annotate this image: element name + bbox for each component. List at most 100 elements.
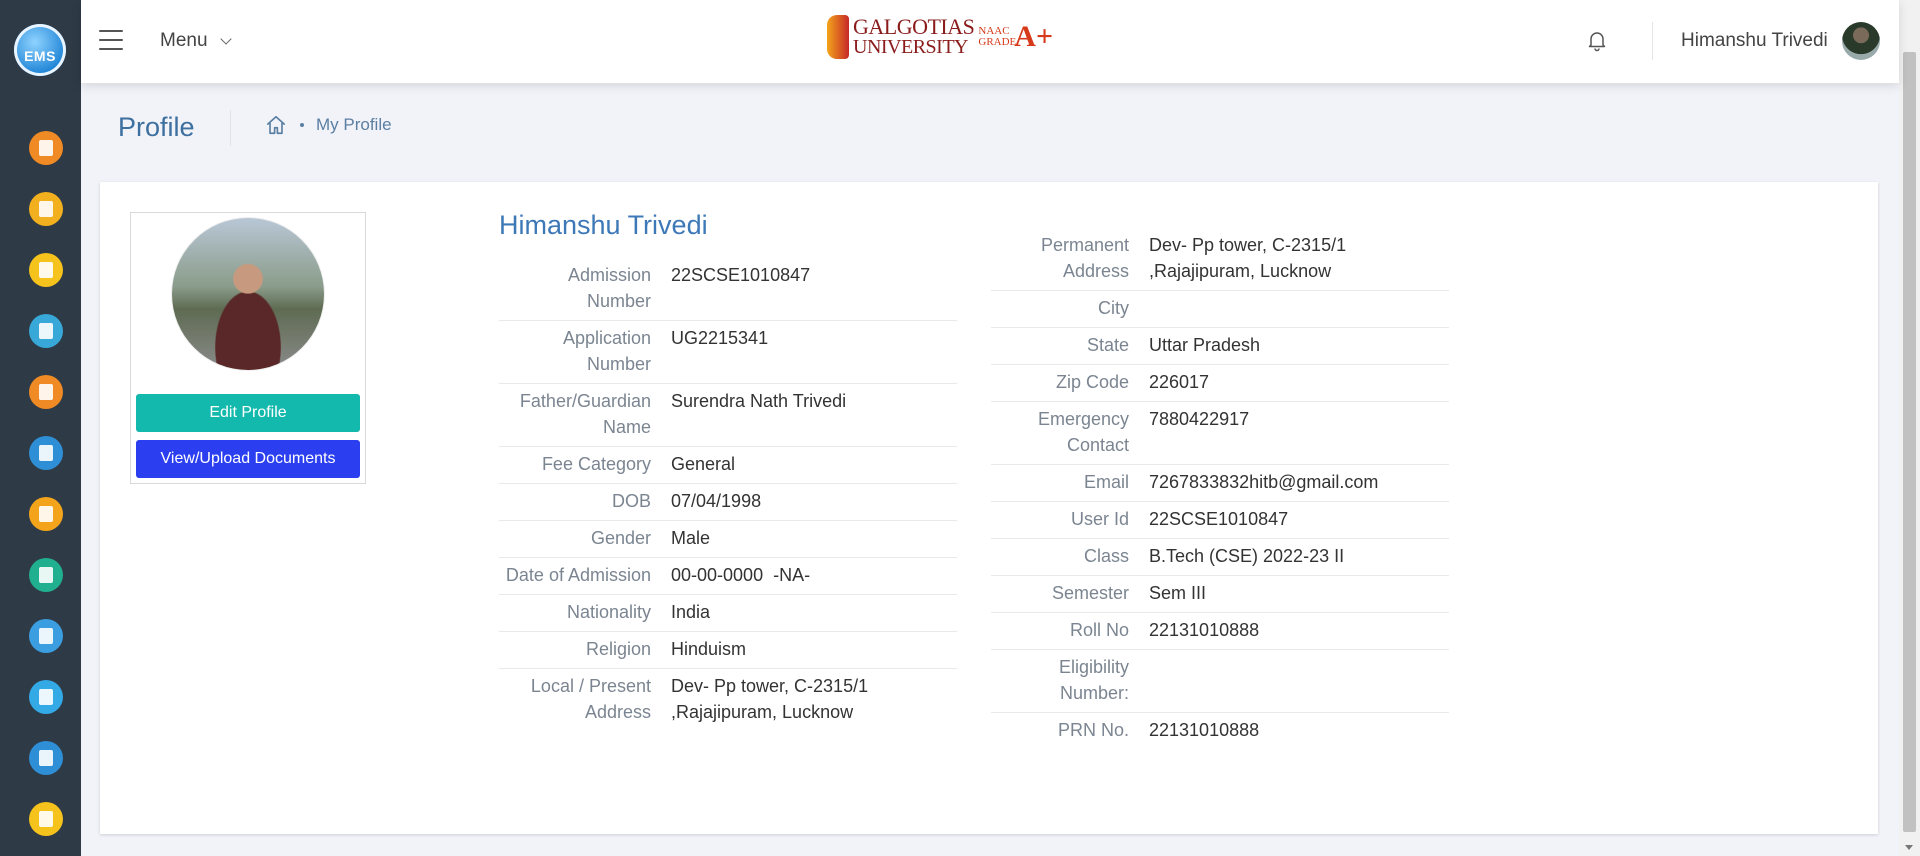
field-row: Religion Hinduism (499, 632, 957, 669)
avatar[interactable] (1842, 22, 1880, 60)
books-icon[interactable] (29, 497, 63, 531)
lock-icon[interactable] (29, 741, 63, 775)
field-row: City (991, 291, 1449, 328)
certificate-icon[interactable] (29, 558, 63, 592)
field-value: 22SCSE1010847 (1149, 509, 1289, 529)
field-label: Nationality (566, 602, 651, 622)
field-row: Roll No 22131010888 (991, 613, 1449, 650)
scrollbar-thumb[interactable] (1903, 52, 1916, 832)
field-value: Dev- Pp tower, C-2315/1 ,Rajajipuram, Lu… (671, 676, 869, 722)
group-icon[interactable] (29, 619, 63, 653)
field-row: Nationality India (499, 595, 957, 632)
field-row: Fee Category General (499, 447, 957, 484)
profile-name: Himanshu Trivedi (499, 210, 708, 240)
field-label: Email (1083, 472, 1129, 492)
field-value: 22131010888 (1149, 620, 1260, 640)
photo-panel: Edit Profile View/Upload Documents (130, 212, 366, 484)
edit-profile-button[interactable]: Edit Profile (136, 394, 360, 432)
profile-card: Edit Profile View/Upload Documents Himan… (100, 182, 1878, 834)
field-value: B.Tech (CSE) 2022-23 II (1149, 546, 1345, 566)
field-row: Class B.Tech (CSE) 2022-23 II (991, 539, 1449, 576)
logo-text-bottom: UNIVERSITY (853, 36, 969, 58)
field-value: Male (671, 528, 711, 548)
field-row: Admission Number 22SCSE1010847 (499, 258, 957, 321)
field-label: City (1098, 298, 1129, 318)
field-value: 7880422917 (1149, 409, 1250, 429)
field-label: Emergency Contact (1037, 409, 1129, 455)
field-row: Local / Present Address Dev- Pp tower, C-… (499, 669, 957, 731)
menu-dropdown[interactable]: Menu (160, 30, 232, 52)
field-row: Permanent Address Dev- Pp tower, C-2315/1… (991, 228, 1449, 291)
field-value: India (671, 602, 711, 622)
field-row: Email 7267833832hitb@gmail.com (991, 465, 1449, 502)
home-icon[interactable] (264, 114, 288, 136)
field-value: 00-00-0000 -NA- (671, 565, 811, 585)
field-label: Gender (590, 528, 651, 548)
breadcrumb-current[interactable]: My Profile (316, 115, 392, 135)
icon-sidebar: EMS (0, 0, 81, 856)
field-value: 07/04/1998 (671, 491, 762, 511)
field-label: User Id (1070, 509, 1129, 529)
field-row: Eligibility Number: (991, 650, 1449, 713)
field-value: Surendra Nath Trivedi (671, 391, 847, 411)
building-icon[interactable] (29, 436, 63, 470)
scroll-down-arrow-icon[interactable] (1905, 845, 1913, 850)
student-icon[interactable] (29, 253, 63, 287)
university-logo: GALGOTIAS UNIVERSITY NAAC GRADE A+ (827, 15, 1053, 59)
field-label: DOB (611, 491, 651, 511)
field-value: UG2215341 (671, 328, 769, 348)
field-row: User Id 22SCSE1010847 (991, 502, 1449, 539)
ems-logo[interactable]: EMS (14, 24, 66, 76)
field-row: Gender Male (499, 521, 957, 558)
view-upload-documents-button[interactable]: View/Upload Documents (136, 440, 360, 478)
naac-grade-text: GRADE (978, 36, 1017, 48)
field-label: Eligibility Number: (1058, 657, 1129, 703)
field-value (1129, 295, 1449, 321)
page-scrollbar[interactable] (1899, 0, 1920, 856)
menu-label: Menu (160, 30, 208, 51)
field-label: Semester (1051, 583, 1129, 603)
field-row: Zip Code 226017 (991, 365, 1449, 402)
field-value: General (671, 454, 736, 474)
field-value: 226017 (1149, 372, 1210, 392)
university-logo-mark (827, 15, 849, 59)
profile-details-left: Admission Number 22SCSE1010847 Applicatio… (499, 258, 957, 731)
teacher-icon[interactable] (29, 802, 63, 836)
field-row: DOB 07/04/1998 (499, 484, 957, 521)
field-label: Religion (585, 639, 651, 659)
field-label: State (1086, 335, 1129, 355)
field-label: Permanent Address (1040, 235, 1129, 281)
field-row: Application Number UG2215341 (499, 321, 957, 384)
top-header: Menu GALGOTIAS UNIVERSITY NAAC GRADE A+ … (81, 0, 1899, 83)
field-value: Hinduism (671, 639, 747, 659)
bell-icon[interactable] (1585, 28, 1609, 52)
field-value: 7267833832hitb@gmail.com (1149, 472, 1379, 492)
field-value: 22SCSE1010847 (671, 265, 811, 285)
field-row: State Uttar Pradesh (991, 328, 1449, 365)
field-label: Roll No (1069, 620, 1129, 640)
naac-grade: A+ (1014, 20, 1054, 53)
document-icon[interactable] (29, 375, 63, 409)
presentation-icon[interactable] (29, 314, 63, 348)
clipboard-icon[interactable] (29, 131, 63, 165)
header-divider (1652, 22, 1653, 60)
field-value: 22131010888 (1149, 720, 1260, 740)
field-label: Local / Present Address (530, 676, 651, 722)
user-name[interactable]: Himanshu Trivedi (1681, 30, 1828, 52)
field-row: Father/Guardian Name Surendra Nath Trived… (499, 384, 957, 447)
breadcrumb: My Profile (264, 114, 392, 136)
field-label: Date of Admission (505, 565, 651, 585)
hamburger-menu-icon[interactable] (99, 30, 123, 50)
chevron-down-icon (219, 32, 232, 45)
field-row: Emergency Contact 7880422917 (991, 402, 1449, 465)
field-label: PRN No. (1057, 720, 1129, 740)
profile-photo (172, 218, 324, 370)
notebook-icon[interactable] (29, 680, 63, 714)
profile-details-right: Permanent Address Dev- Pp tower, C-2315/1… (991, 228, 1449, 749)
field-label: Fee Category (541, 454, 651, 474)
palette-icon[interactable] (29, 192, 63, 226)
field-label: Admission Number (567, 265, 651, 311)
field-label: Application Number (562, 328, 651, 374)
title-divider (230, 110, 231, 146)
field-row: PRN No. 22131010888 (991, 713, 1449, 749)
